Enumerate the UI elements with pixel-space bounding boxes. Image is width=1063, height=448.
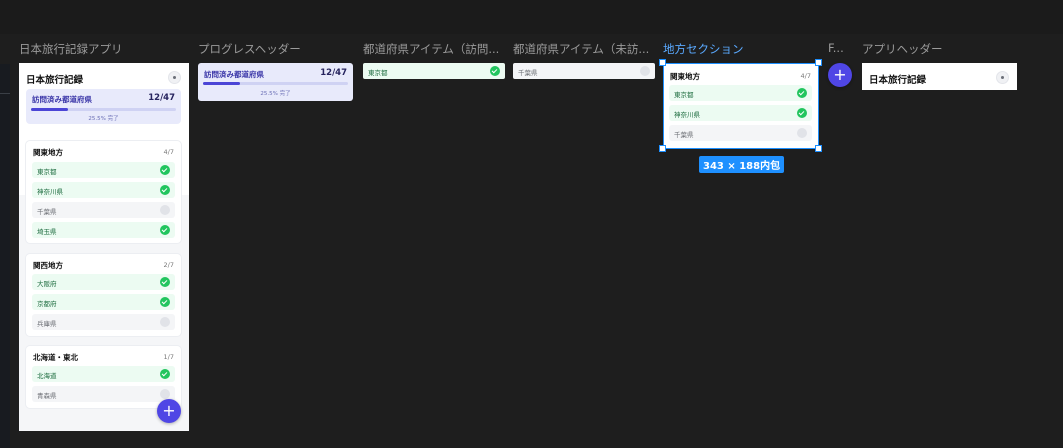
progress-title: 訪問済み都道府県 bbox=[32, 95, 92, 104]
progress-fill bbox=[203, 82, 240, 85]
left-edge-divider bbox=[0, 93, 10, 94]
visited-check-icon bbox=[490, 66, 500, 76]
progress-count: 12/47 bbox=[320, 68, 347, 78]
region-card: 関西地方 2/7 大阪府 京都府 兵庫県 bbox=[26, 254, 181, 336]
pref-name: 東京都 bbox=[37, 168, 57, 176]
pref-name: 東京都 bbox=[368, 69, 388, 77]
selection-outline bbox=[663, 63, 819, 149]
unvisited-circle-icon bbox=[160, 205, 170, 215]
pref-name: 千葉県 bbox=[37, 208, 57, 216]
region-name: 関西地方 bbox=[33, 261, 63, 270]
region-card: 北海道・東北 1/7 北海道 青森県 bbox=[26, 346, 181, 408]
pref-item[interactable]: 京都府 bbox=[32, 294, 175, 310]
frame-label-pref-visited[interactable]: 都道府県アイテム（訪問... bbox=[363, 41, 505, 57]
frame-label-progress-header[interactable]: プログレスヘッダー bbox=[198, 41, 353, 57]
pref-item[interactable]: 兵庫県 bbox=[32, 314, 175, 330]
region-name: 北海道・東北 bbox=[33, 353, 78, 362]
pref-visited-frame[interactable]: 東京都 bbox=[363, 63, 505, 79]
progress-percent: 25.5% 完了 bbox=[88, 116, 119, 122]
visited-check-icon bbox=[160, 277, 170, 287]
frame-label-app[interactable]: 日本旅行記録アプリ bbox=[19, 41, 189, 57]
region-count: 4/7 bbox=[163, 148, 174, 156]
app-header-frame[interactable]: 日本旅行記録 bbox=[862, 63, 1017, 90]
resize-handle-top-right[interactable] bbox=[815, 59, 822, 66]
visited-check-icon bbox=[160, 297, 170, 307]
app-title: 日本旅行記録 bbox=[26, 75, 84, 86]
visited-check-icon bbox=[160, 185, 170, 195]
pref-item[interactable]: 青森県 bbox=[32, 386, 175, 402]
pref-item[interactable]: 埼玉県 bbox=[32, 222, 175, 238]
resize-handle-bottom-left[interactable] bbox=[659, 145, 666, 152]
progress-fill bbox=[31, 108, 68, 111]
pref-name: 北海道 bbox=[37, 372, 57, 380]
progress-track bbox=[203, 82, 348, 85]
frame-label-pref-unvisited[interactable]: 都道府県アイテム（未訪... bbox=[513, 41, 655, 57]
pref-name: 京都府 bbox=[37, 300, 57, 308]
pref-name: 埼玉県 bbox=[37, 228, 57, 236]
region-name: 関東地方 bbox=[33, 148, 63, 157]
pref-item[interactable]: 大阪府 bbox=[32, 274, 175, 290]
menu-dot-icon[interactable] bbox=[168, 71, 181, 84]
pref-name: 神奈川県 bbox=[37, 188, 63, 196]
visited-check-icon bbox=[160, 225, 170, 235]
region-card: 関東地方 4/7 東京都 神奈川県 千葉県 埼玉県 bbox=[26, 141, 181, 243]
pref-name: 兵庫県 bbox=[37, 320, 57, 328]
add-fab-button[interactable]: + bbox=[157, 399, 181, 423]
size-badge: 343 × 188内包 bbox=[699, 156, 785, 173]
progress-count: 12/47 bbox=[148, 93, 175, 103]
pref-name: 青森県 bbox=[37, 392, 57, 400]
app-frame[interactable]: 日本旅行記録 訪問済み都道府県 12/47 25.5% 完了 関東地方 4/7 … bbox=[19, 63, 189, 431]
unvisited-circle-icon bbox=[160, 389, 170, 399]
frame-label-app-header[interactable]: アプリヘッダー bbox=[862, 41, 1017, 57]
visited-check-icon bbox=[160, 165, 170, 175]
pref-item[interactable]: 東京都 bbox=[32, 162, 175, 178]
resize-handle-top-left[interactable] bbox=[659, 59, 666, 66]
pref-name: 千葉県 bbox=[518, 69, 538, 77]
left-canvas-edge bbox=[0, 64, 10, 448]
pref-item[interactable]: 千葉県 bbox=[32, 202, 175, 218]
menu-dot-icon[interactable] bbox=[996, 71, 1009, 84]
pref-item[interactable]: 神奈川県 bbox=[32, 182, 175, 198]
progress-header-frame[interactable]: 訪問済み都道府県 12/47 25.5% 完了 bbox=[198, 63, 353, 101]
pref-item[interactable]: 北海道 bbox=[32, 366, 175, 382]
pref-unvisited-frame[interactable]: 千葉県 bbox=[513, 63, 655, 79]
frame-label-fab[interactable]: F... bbox=[828, 41, 852, 55]
progress-card: 訪問済み都道府県 12/47 25.5% 完了 bbox=[26, 89, 181, 124]
unvisited-circle-icon bbox=[640, 66, 650, 76]
app-title: 日本旅行記録 bbox=[869, 75, 927, 86]
region-count: 2/7 bbox=[163, 261, 174, 269]
fab-component-button[interactable]: + bbox=[828, 63, 852, 87]
top-toolbar-strip bbox=[0, 0, 1063, 34]
pref-name: 大阪府 bbox=[37, 280, 57, 288]
progress-track bbox=[31, 108, 176, 111]
visited-check-icon bbox=[160, 369, 170, 379]
progress-percent: 25.5% 完了 bbox=[260, 91, 291, 97]
resize-handle-bottom-right[interactable] bbox=[815, 145, 822, 152]
progress-title: 訪問済み都道府県 bbox=[204, 70, 264, 79]
frame-label-region-section[interactable]: 地方セクション bbox=[663, 41, 818, 57]
unvisited-circle-icon bbox=[160, 317, 170, 327]
region-count: 1/7 bbox=[163, 353, 174, 361]
